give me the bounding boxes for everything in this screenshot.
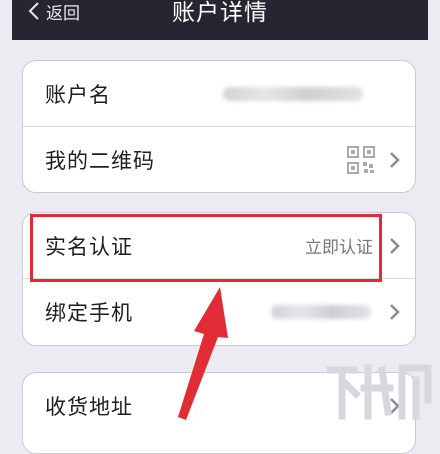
page-title: 账户详情 [172, 0, 268, 26]
bind-phone-value-blurred [271, 304, 371, 319]
navigation-bar: 返回 账户详情 [12, 0, 428, 40]
my-qr-code-row[interactable]: 我的二维码 [23, 126, 415, 192]
account-name-label: 账户名 [45, 82, 111, 107]
bind-phone-label: 绑定手机 [45, 300, 133, 325]
my-qr-code-label: 我的二维码 [45, 148, 155, 173]
qr-code-icon [347, 145, 375, 174]
chevron-right-icon [390, 237, 400, 254]
account-info-group: 账户名 我的二维码 [22, 60, 416, 193]
watermark-logo [326, 364, 432, 420]
chevron-right-icon [390, 151, 400, 168]
highlight-box [30, 214, 382, 282]
shipping-address-label: 收货地址 [45, 394, 133, 419]
bind-phone-row[interactable]: 绑定手机 [23, 278, 415, 344]
account-name-row[interactable]: 账户名 [23, 61, 415, 126]
account-name-value-blurred [223, 86, 363, 101]
chevron-right-icon [390, 303, 400, 320]
